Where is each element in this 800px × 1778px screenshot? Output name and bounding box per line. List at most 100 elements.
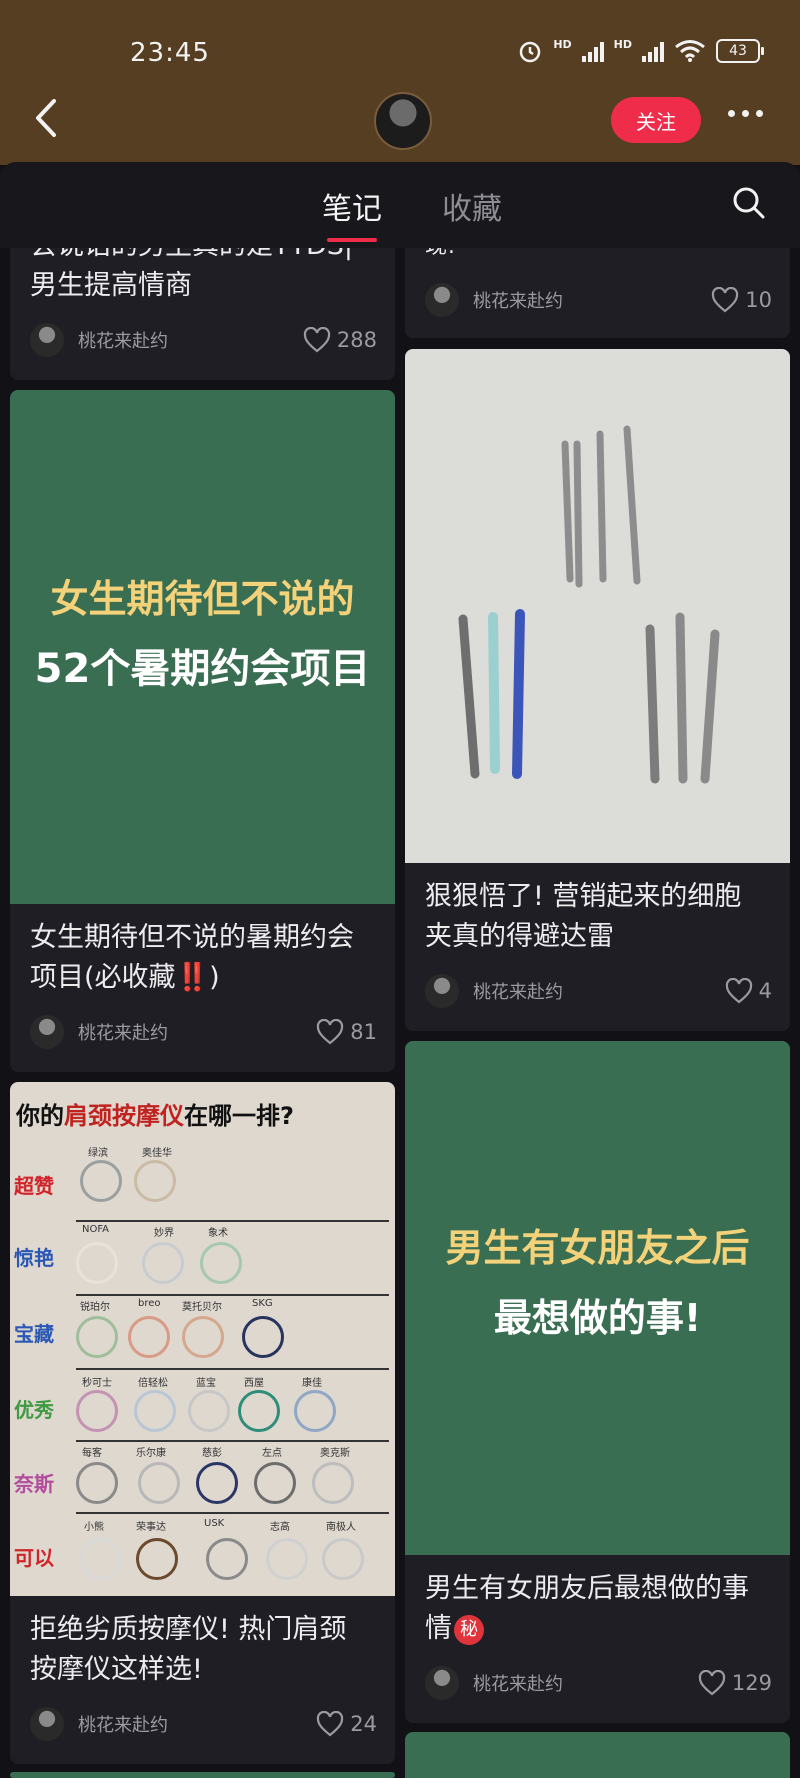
note-card[interactable]: 男生有女朋友之后 最想做的事! 男生有女朋友后最想做的事 情秘 桃花来赴约 12… [405, 1041, 790, 1723]
network-type-2: HD [613, 38, 632, 51]
product-icon [76, 1316, 118, 1358]
product-icon [266, 1538, 308, 1580]
tier-label: 可以 [14, 1546, 54, 1570]
brand-label: 慈彭 [202, 1448, 222, 1459]
follow-button[interactable]: 关注 [611, 97, 701, 143]
note-cover[interactable]: 男生有女朋友之后 最想做的事! [405, 1041, 790, 1555]
like-button[interactable]: 24 [316, 1711, 377, 1737]
brand-label: 每客 [82, 1448, 102, 1459]
tier-label: 优秀 [14, 1398, 54, 1422]
author-avatar[interactable] [425, 283, 459, 317]
cover-line-1: 男生有女朋友之后 [445, 1226, 750, 1270]
alarm-icon [520, 41, 541, 63]
product-icon [206, 1538, 248, 1580]
avatar[interactable] [374, 92, 432, 150]
tab-favorites[interactable]: 收藏 [442, 184, 502, 228]
tab-notes[interactable]: 笔记 [322, 184, 382, 242]
note-card[interactable] [10, 1772, 395, 1778]
wifi-icon [675, 40, 705, 62]
tier-label: 奈斯 [14, 1472, 54, 1496]
brand-label: 象术 [208, 1228, 228, 1239]
product-icon [80, 1538, 122, 1580]
author-name[interactable]: 桃花来赴约 [78, 1711, 316, 1737]
product-icon [200, 1242, 242, 1284]
note-cover[interactable] [405, 349, 790, 863]
cover-title: 你的肩颈按摩仪在哪一排? [16, 1102, 294, 1130]
search-icon[interactable] [732, 186, 766, 220]
product-icon [136, 1538, 178, 1580]
product-icon [254, 1462, 296, 1504]
note-card[interactable]: 女生期待但不说的 52个暑期约会项目 女生期待但不说的暑期约会 项目(必收藏‼️… [10, 390, 395, 1072]
like-count: 288 [336, 328, 377, 352]
cover-line-2: 最想做的事! [493, 1296, 702, 1340]
tier-divider [76, 1220, 389, 1222]
product-icon [134, 1390, 176, 1432]
note-title: 女生期待但不说的暑期约会 项目(必收藏‼️) [30, 922, 354, 993]
note-title: 狠狠悟了! 营销起来的细胞 夹真的得避达雷 [425, 881, 742, 952]
note-card[interactable]: 你的肩颈按摩仪在哪一排? 超赞 绿滨 奥佳华 惊艳 NOFA 妙界 象术 宝藏 … [10, 1082, 395, 1764]
product-icon [76, 1242, 118, 1284]
like-button[interactable]: 10 [711, 287, 772, 313]
tier-label: 超赞 [14, 1174, 54, 1198]
like-count: 10 [745, 288, 772, 312]
like-button[interactable]: 81 [316, 1019, 377, 1045]
heart-icon [303, 327, 331, 353]
cover-line-2: 52个暑期约会项目 [34, 646, 371, 692]
like-count: 81 [350, 1020, 377, 1044]
author-name[interactable]: 桃花来赴约 [473, 1670, 698, 1696]
note-meta: 桃花来赴约 10 [425, 282, 772, 318]
brand-label: 蓝宝 [196, 1378, 216, 1389]
product-icon [76, 1462, 118, 1504]
brand-label: 西屋 [244, 1378, 264, 1389]
like-count: 24 [350, 1712, 377, 1736]
note-meta: 桃花来赴约 81 [30, 1014, 377, 1050]
author-avatar[interactable] [30, 1015, 64, 1049]
brand-label: 小熊 [84, 1522, 104, 1533]
signal-icon [581, 40, 604, 62]
author-avatar[interactable] [425, 974, 459, 1008]
brand-label: 荣事达 [136, 1522, 166, 1533]
note-title: 拒绝劣质按摩仪! 热门肩颈 按摩仪这样选! [30, 1614, 347, 1685]
note-card[interactable] [405, 1732, 790, 1778]
author-name[interactable]: 桃花来赴约 [473, 287, 711, 313]
tier-divider [76, 1294, 389, 1296]
author-name[interactable]: 桃花来赴约 [473, 978, 725, 1004]
product-icon [322, 1538, 364, 1580]
note-cover[interactable]: 女生期待但不说的 52个暑期约会项目 [10, 390, 395, 904]
note-title: 男生有女朋友后最想做的事 情秘 [425, 1573, 749, 1645]
like-count: 4 [758, 979, 772, 1003]
author-name[interactable]: 桃花来赴约 [78, 327, 303, 353]
status-icons: HD HD 43 [517, 38, 764, 64]
tier-divider [76, 1368, 389, 1370]
battery-level: 43 [729, 43, 747, 59]
battery-icon: 43 [716, 39, 764, 63]
note-cover[interactable]: 你的肩颈按摩仪在哪一排? 超赞 绿滨 奥佳华 惊艳 NOFA 妙界 象术 宝藏 … [10, 1082, 395, 1596]
product-icon [128, 1316, 170, 1358]
brand-label: 倍轻松 [138, 1378, 168, 1389]
product-icon [142, 1242, 184, 1284]
like-button[interactable]: 4 [725, 978, 772, 1004]
product-icon [182, 1316, 224, 1358]
author-name[interactable]: 桃花来赴约 [78, 1019, 316, 1045]
heart-icon [317, 1711, 344, 1737]
author-avatar[interactable] [30, 323, 64, 357]
note-card[interactable]: 狠狠悟了! 营销起来的细胞 夹真的得避达雷 桃花来赴约 4 [405, 349, 790, 1031]
product-icon [196, 1462, 238, 1504]
brand-label: 南极人 [326, 1522, 356, 1533]
product-icon [80, 1160, 122, 1202]
back-arrow-icon[interactable] [28, 95, 64, 141]
author-avatar[interactable] [425, 1666, 459, 1700]
brand-label: 志高 [270, 1522, 290, 1533]
note-meta: 桃花来赴约 4 [425, 973, 772, 1009]
like-button[interactable]: 288 [303, 327, 377, 353]
more-options-icon[interactable] [728, 110, 763, 117]
brand-label: USK [204, 1518, 225, 1529]
author-avatar[interactable] [30, 1707, 64, 1741]
tier-divider [76, 1440, 389, 1442]
like-button[interactable]: 129 [698, 1670, 772, 1696]
tab-bar: 笔记 收藏 [0, 162, 800, 248]
product-icon [238, 1390, 280, 1432]
product-icon [312, 1462, 354, 1504]
brand-label: SKG [252, 1298, 273, 1309]
signal-icon-2 [642, 40, 664, 62]
